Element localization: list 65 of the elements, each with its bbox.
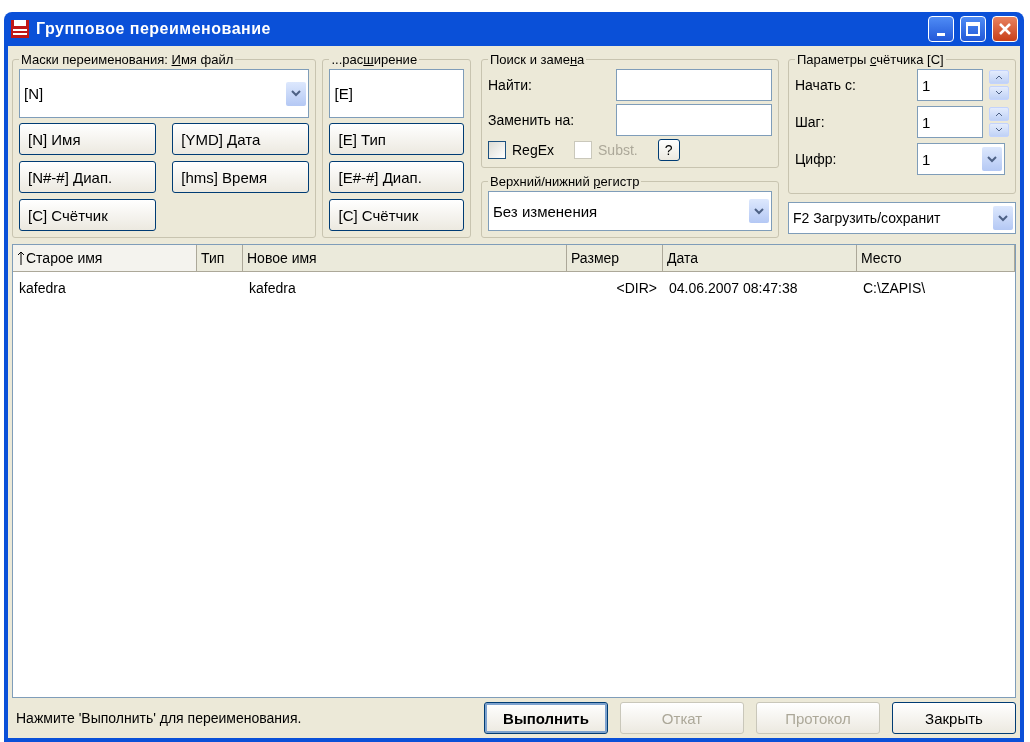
dropdown-button[interactable] [993, 206, 1013, 230]
mask-button[interactable]: [C] Счётчик [19, 199, 157, 231]
mask-button[interactable]: [N] Имя [19, 123, 157, 155]
mask-button[interactable]: [hms] Время [172, 161, 310, 193]
chevron-up-icon [996, 112, 1002, 116]
table-cell-text: <DIR> [615, 280, 658, 296]
checkbox-label: RegEx [512, 142, 555, 158]
case-combo[interactable]: Без изменения [488, 191, 772, 231]
close-button[interactable] [992, 16, 1018, 42]
table-cell-text: 04.06.2007 08:47:38 [668, 280, 799, 296]
action-button[interactable]: Закрыть [892, 702, 1016, 734]
find-label: Найти: [488, 77, 533, 93]
column-header[interactable]: Размер [567, 245, 663, 271]
close-icon [998, 22, 1012, 36]
chevron-down-icon [987, 155, 997, 163]
group-label: Поиск и замена [489, 52, 586, 67]
counter-field[interactable]: 1 [917, 69, 983, 101]
counter-field[interactable]: 1 [917, 106, 983, 138]
minimize-button[interactable] [928, 16, 954, 42]
mask-button[interactable]: [YMD] Дата [172, 123, 310, 155]
mask-button[interactable]: [C] Счётчик [329, 199, 464, 231]
maximize-button[interactable] [960, 16, 986, 42]
column-header[interactable]: Дата [663, 245, 857, 271]
column-header[interactable]: Место [857, 245, 1015, 271]
chevron-down-icon [998, 214, 1008, 222]
counter-label: Начать с: [795, 77, 857, 93]
checkbox-label: Subst. [598, 142, 638, 158]
table-cell-text: kafedra [18, 280, 67, 296]
table-cell-text: C:\ZAPIS\ [862, 280, 927, 296]
status-text: Нажмите 'Выполнить' для переименования. [16, 710, 303, 726]
chevron-down-icon [754, 207, 764, 215]
chevron-down-icon [996, 91, 1002, 95]
extension-field[interactable]: [E] [329, 69, 464, 118]
dropdown-button[interactable] [982, 147, 1002, 171]
counter-combo[interactable]: 1 [917, 143, 1005, 175]
group-label: Верхний/нижний регистр [489, 174, 641, 189]
chevron-down-icon [996, 128, 1002, 132]
checkbox[interactable] [488, 141, 506, 159]
maximize-icon [966, 22, 980, 36]
window-title: Групповое переименование [36, 20, 272, 38]
chevron-down-icon [291, 90, 302, 97]
group-label: Параметры счётчика [C] [796, 52, 945, 67]
group-label: Маски переименования: Имя файл [20, 52, 235, 67]
group-label: ...расширение [330, 52, 419, 67]
mask-button[interactable]: [N#-#] Диап. [19, 161, 157, 193]
column-header[interactable]: Тип [197, 245, 243, 271]
chevron-up-icon [996, 75, 1002, 79]
mask-button[interactable]: [E#-#] Диап. [329, 161, 464, 193]
replace-label: Заменить на: [488, 112, 576, 128]
dropdown-button[interactable] [286, 81, 307, 106]
replace-field[interactable] [616, 104, 772, 136]
counter-label: Цифр: [795, 151, 838, 167]
mask-button[interactable]: [E] Тип [329, 123, 464, 155]
column-header[interactable]: Новое имя [243, 245, 567, 271]
help-button[interactable]: ? [657, 139, 680, 161]
sort-arrow-icon [17, 251, 25, 265]
minimize-icon [937, 32, 945, 36]
mask-combo[interactable]: [N] [19, 69, 310, 118]
find-field[interactable] [616, 69, 772, 101]
counter-label: Шаг: [795, 114, 826, 130]
column-header[interactable]: Старое имя [13, 245, 197, 271]
action-button[interactable]: Выполнить [484, 702, 608, 734]
preset-combo[interactable]: F2 Загрузить/сохранит [788, 202, 1016, 234]
table-cell-text: kafedra [248, 280, 297, 296]
dropdown-button[interactable] [749, 199, 769, 223]
